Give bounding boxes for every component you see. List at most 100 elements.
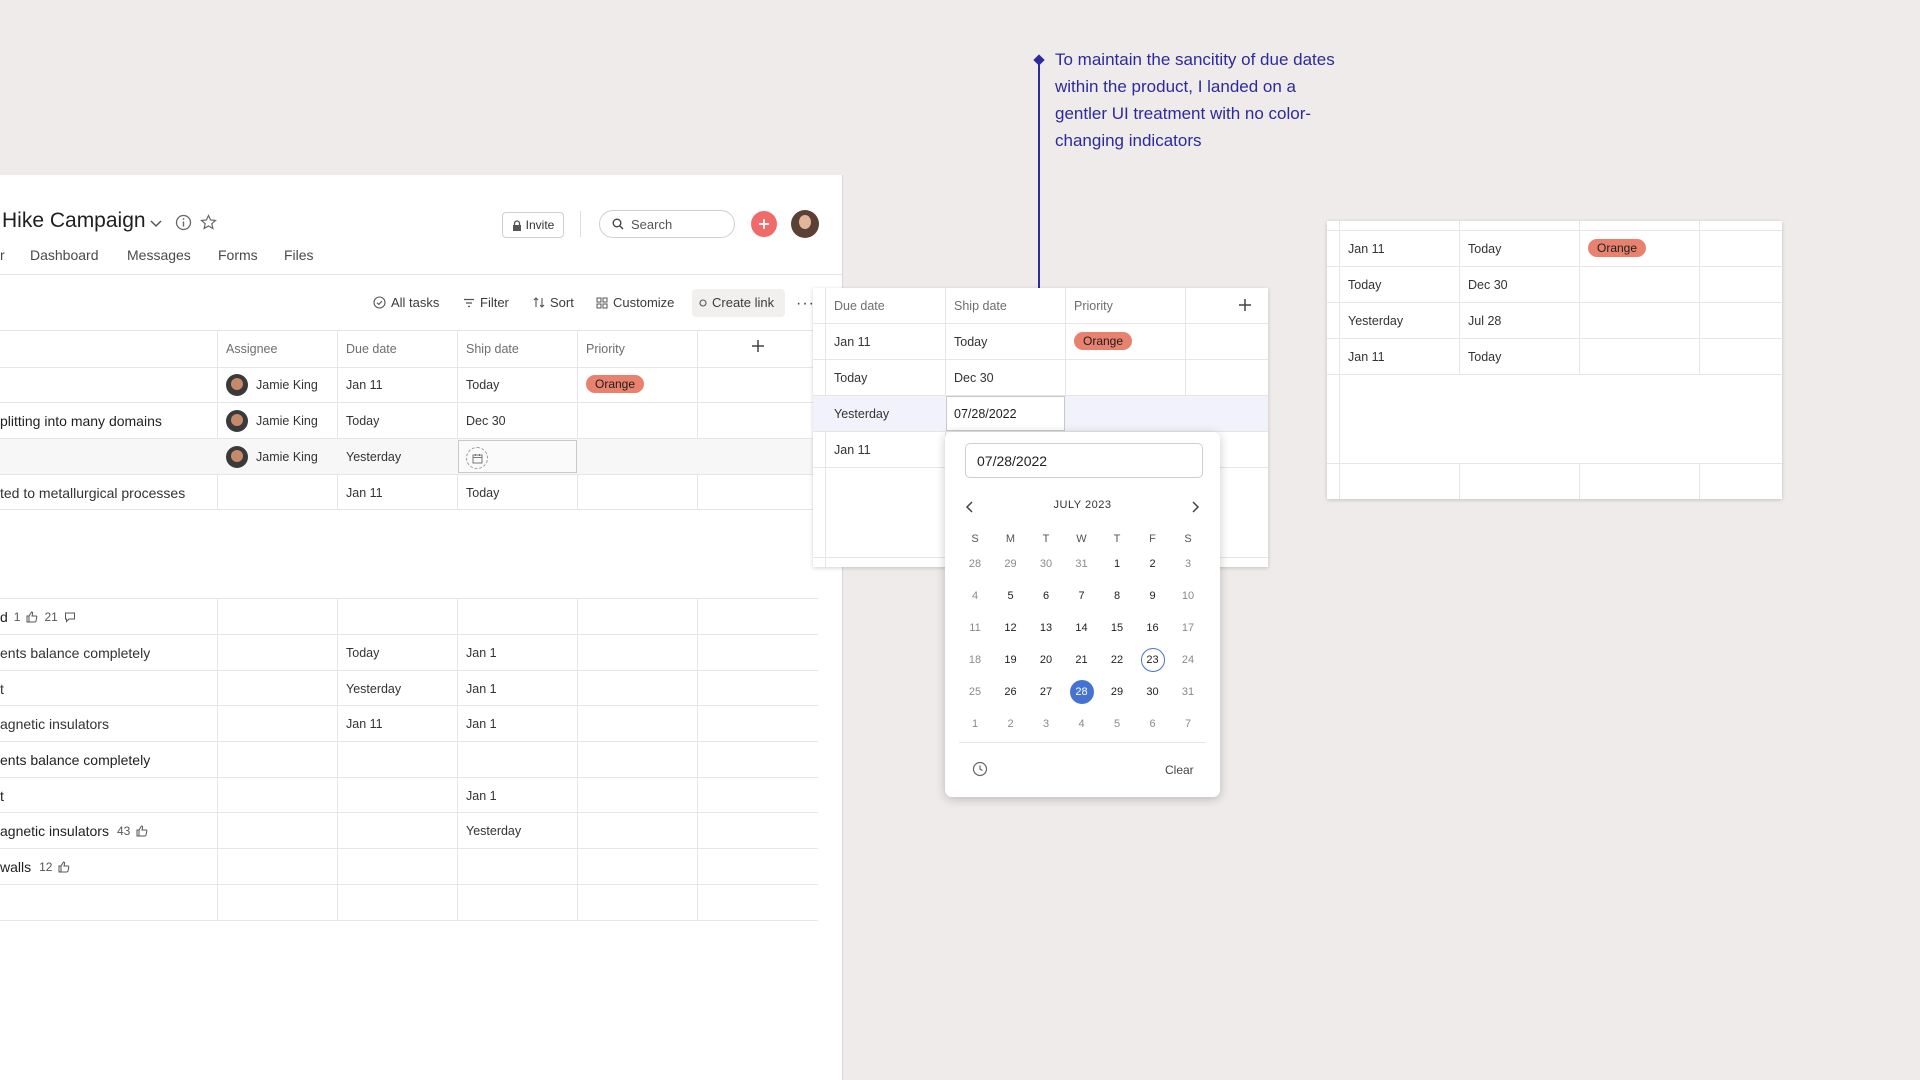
assignee-cell[interactable]: Jamie King (226, 410, 318, 432)
calendar-day[interactable]: 29 (999, 552, 1023, 576)
calendar-day[interactable]: 22 (1105, 648, 1129, 672)
ship-date-cell[interactable]: Today (466, 378, 499, 392)
assignee-cell[interactable]: Jamie King (226, 374, 318, 396)
column-header-ship-date[interactable]: Ship date (954, 299, 1007, 313)
column-header-due-date[interactable]: Due date (346, 342, 397, 356)
calendar-day[interactable]: 31 (1176, 680, 1200, 704)
calendar-day[interactable]: 7 (1070, 584, 1094, 608)
add-button[interactable] (751, 211, 777, 237)
calendar-day[interactable]: 19 (999, 648, 1023, 672)
calendar-day[interactable]: 12 (999, 616, 1023, 640)
task-name[interactable]: agnetic insulators (0, 716, 109, 732)
assignee-cell[interactable]: Jamie King (226, 446, 318, 468)
column-header-ship-date[interactable]: Ship date (466, 342, 519, 356)
ship-date-cell[interactable]: Dec 30 (1468, 278, 1508, 292)
due-date-cell[interactable]: Jan 11 (346, 378, 383, 392)
calendar-day[interactable]: 25 (963, 680, 987, 704)
calendar-day[interactable]: 24 (1176, 648, 1200, 672)
column-header-due-date[interactable]: Due date (834, 299, 885, 313)
due-date-cell[interactable]: Today (834, 371, 867, 385)
calendar-day[interactable]: 1 (963, 712, 987, 736)
calendar-day[interactable]: 6 (1141, 712, 1165, 736)
calendar-day[interactable]: 4 (963, 584, 987, 608)
chevron-down-icon[interactable] (148, 215, 164, 231)
calendar-day[interactable]: 9 (1141, 584, 1165, 608)
task-name[interactable]: ents balance completely (0, 752, 150, 768)
due-date-cell[interactable]: Yesterday (346, 682, 401, 696)
priority-cell[interactable]: Orange (1588, 239, 1647, 257)
ship-date-cell[interactable]: Today (954, 335, 987, 349)
calendar-icon[interactable] (466, 447, 488, 469)
tab-forms[interactable]: Forms (218, 247, 258, 263)
ship-date-cell[interactable]: Dec 30 (954, 371, 994, 385)
calendar-day[interactable]: 27 (1034, 680, 1058, 704)
calendar-day[interactable]: 1 (1105, 552, 1129, 576)
calendar-day[interactable]: 4 (1070, 712, 1094, 736)
ship-date-cell[interactable]: Jan 1 (466, 646, 497, 660)
due-date-cell[interactable]: Today (346, 646, 379, 660)
calendar-day[interactable]: 26 (999, 680, 1023, 704)
add-column-icon[interactable] (1238, 298, 1252, 317)
date-input[interactable]: 07/28/2022 (965, 443, 1203, 478)
invite-button[interactable]: Invite (502, 212, 564, 238)
calendar-day[interactable]: 20 (1034, 648, 1058, 672)
calendar-day[interactable]: 5 (999, 584, 1023, 608)
column-header-priority[interactable]: Priority (1074, 299, 1113, 313)
priority-cell[interactable]: Orange (1074, 332, 1133, 350)
chevron-right-icon[interactable] (1190, 500, 1200, 518)
calendar-day[interactable]: 10 (1176, 584, 1200, 608)
due-date-cell[interactable]: Jan 11 (346, 486, 383, 500)
task-name[interactable]: ents balance completely (0, 645, 150, 661)
all-tasks-button[interactable]: All tasks (373, 295, 439, 310)
calendar-day[interactable]: 7 (1176, 712, 1200, 736)
column-header-assignee[interactable]: Assignee (226, 342, 277, 356)
calendar-day[interactable]: 30 (1141, 680, 1165, 704)
info-icon[interactable] (174, 213, 192, 231)
sort-button[interactable]: Sort (533, 295, 574, 310)
calendar-day[interactable]: 28 (963, 552, 987, 576)
due-date-cell[interactable]: Today (1348, 278, 1381, 292)
tab-files[interactable]: Files (284, 247, 314, 263)
due-date-cell[interactable]: Jan 11 (834, 335, 871, 349)
calendar-day[interactable]: 16 (1141, 616, 1165, 640)
task-name[interactable]: ted to metallurgical processes (0, 485, 185, 501)
ship-date-cell[interactable]: Today (466, 486, 499, 500)
calendar-day[interactable]: 13 (1034, 616, 1058, 640)
due-date-cell[interactable]: Jan 11 (834, 443, 871, 457)
calendar-day[interactable]: 18 (963, 648, 987, 672)
calendar-day[interactable]: 5 (1105, 712, 1129, 736)
ship-date-cell[interactable]: Yesterday (466, 824, 521, 838)
calendar-day[interactable]: 2 (999, 712, 1023, 736)
filter-button[interactable]: Filter (463, 295, 509, 310)
task-row[interactable]: walls 12 (0, 859, 70, 875)
calendar-day[interactable]: 23 (1140, 648, 1165, 672)
customize-button[interactable]: Customize (596, 295, 674, 310)
due-date-cell[interactable]: Jan 11 (1348, 242, 1385, 256)
search-input[interactable]: Search (599, 210, 735, 238)
avatar[interactable] (791, 210, 819, 238)
calendar-day[interactable]: 3 (1034, 712, 1058, 736)
tab-messages[interactable]: Messages (127, 247, 191, 263)
calendar-day[interactable]: 21 (1070, 648, 1094, 672)
calendar-day[interactable]: 31 (1070, 552, 1094, 576)
task-name[interactable]: t (0, 788, 4, 804)
ship-date-cell[interactable]: Dec 30 (466, 414, 506, 428)
calendar-day[interactable]: 8 (1105, 584, 1129, 608)
ship-date-cell[interactable]: Jan 1 (466, 789, 497, 803)
calendar-day[interactable]: 3 (1176, 552, 1200, 576)
create-link-button[interactable]: Create link (699, 295, 774, 310)
due-date-cell[interactable]: Today (346, 414, 379, 428)
calendar-day[interactable]: 29 (1105, 680, 1129, 704)
calendar-day[interactable]: 6 (1034, 584, 1058, 608)
task-row[interactable]: d 1 21 (0, 609, 76, 625)
ship-date-cell[interactable]: Jan 1 (466, 682, 497, 696)
tab-list[interactable]: r (0, 247, 5, 263)
priority-cell[interactable]: Orange (586, 375, 645, 393)
clear-button[interactable]: Clear (1165, 763, 1194, 777)
task-name[interactable]: plitting into many domains (0, 413, 162, 429)
column-header-priority[interactable]: Priority (586, 342, 625, 356)
calendar-day[interactable]: 15 (1105, 616, 1129, 640)
calendar-day[interactable]: 14 (1070, 616, 1094, 640)
task-name[interactable]: t (0, 681, 4, 697)
due-date-cell[interactable]: Jan 11 (346, 717, 383, 731)
